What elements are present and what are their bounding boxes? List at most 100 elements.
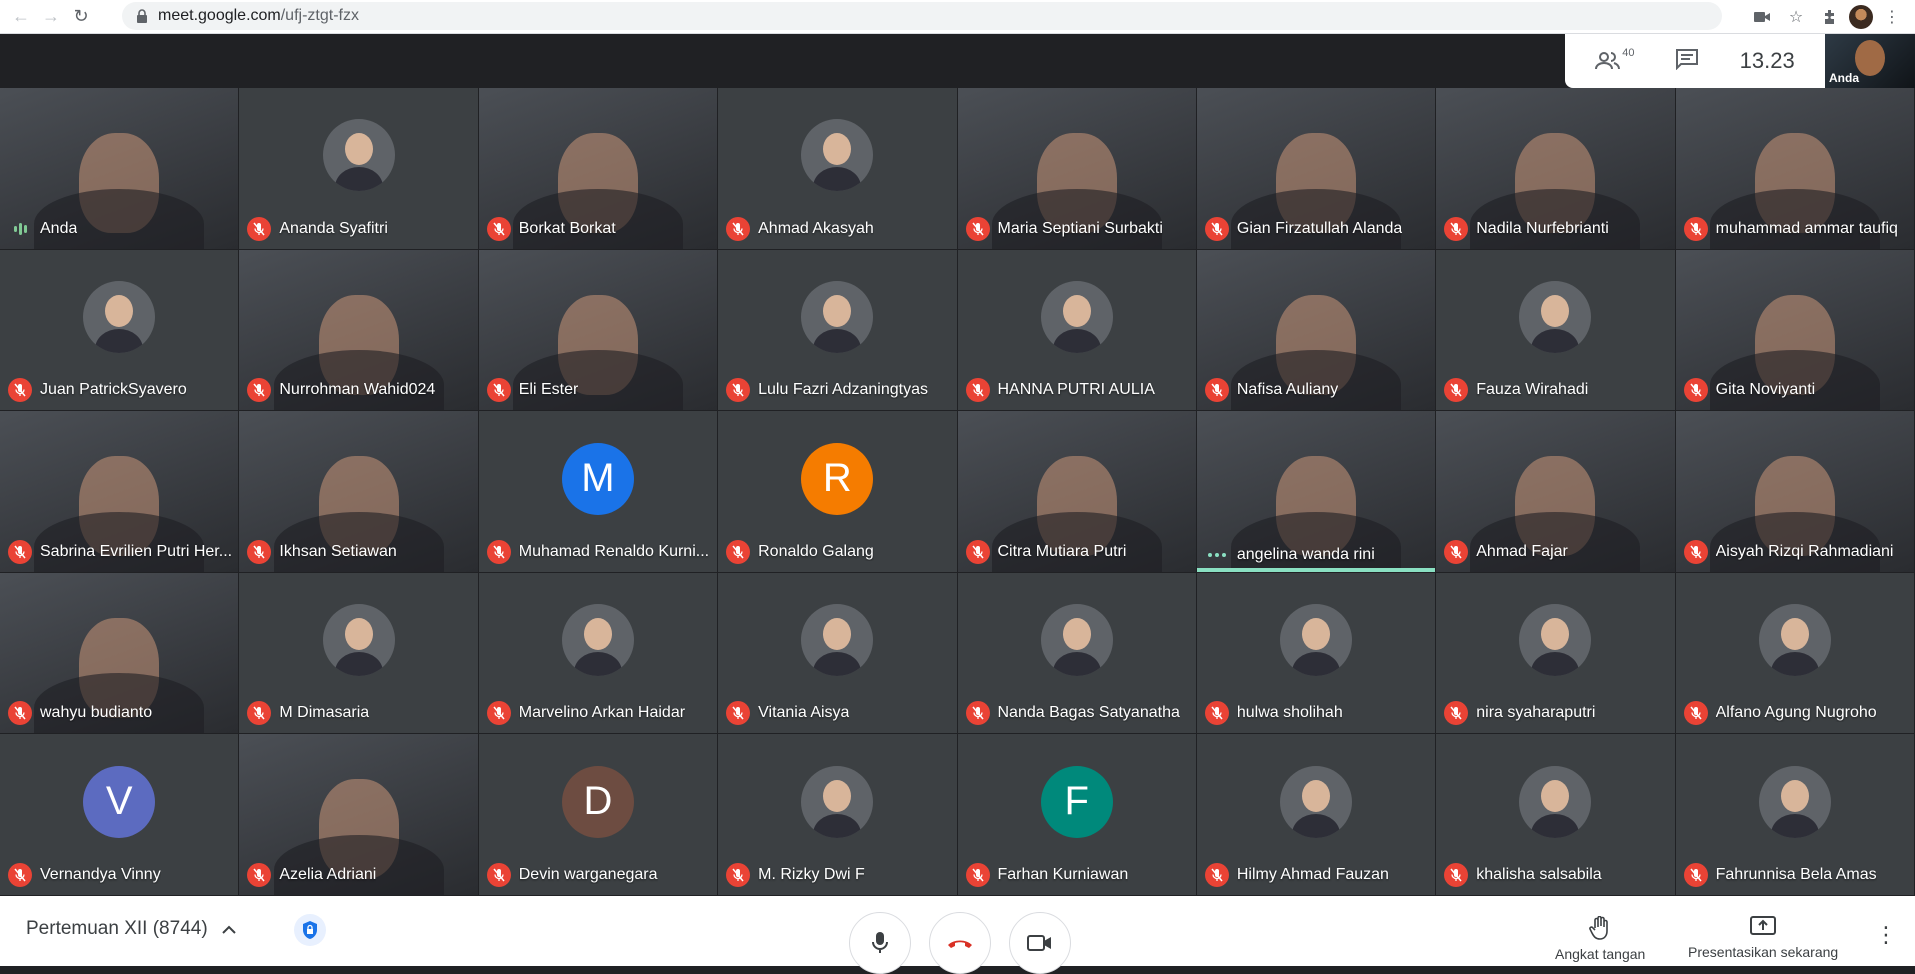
forward-icon[interactable]: → xyxy=(36,2,66,32)
participant-tile[interactable]: Juan PatrickSyavero xyxy=(0,249,240,412)
participant-tile[interactable]: Citra Mutiara Putri xyxy=(957,411,1197,573)
participant-tile[interactable]: Fauza Wirahadi xyxy=(1436,249,1676,412)
present-now-button[interactable]: Presentasikan sekarang xyxy=(1688,916,1838,960)
participant-name: Ronaldo Galang xyxy=(758,542,874,560)
microphone-off-icon xyxy=(247,378,272,403)
participant-avatar xyxy=(801,765,874,838)
participant-tile[interactable]: Ahmad Akasyah xyxy=(718,88,958,250)
chat-button[interactable] xyxy=(1675,48,1699,75)
participant-tile[interactable]: Marvelino Arkan Haidar xyxy=(478,572,719,735)
microphone-off-icon xyxy=(486,216,511,241)
profile-avatar[interactable] xyxy=(1849,5,1873,29)
participant-name-row: Ikhsan Setiawan xyxy=(247,539,473,564)
raise-hand-button[interactable]: Angkat tangan xyxy=(1555,916,1645,962)
host-controls-button[interactable] xyxy=(294,914,326,946)
participant-tile[interactable]: HANNA PUTRI AULIA xyxy=(957,249,1197,412)
participant-tile[interactable]: Nadila Nurfebrianti xyxy=(1436,88,1676,250)
participant-avatar: F xyxy=(1040,765,1113,838)
participant-tile[interactable]: Fahrunnisa Bela Amas xyxy=(1675,734,1915,896)
more-options-icon[interactable]: ⋮ xyxy=(1875,924,1897,946)
participant-tile[interactable]: Hilmy Ahmad Fauzan xyxy=(1196,734,1437,896)
participant-name: angelina wanda rini xyxy=(1236,545,1375,563)
participant-name-row: Muhamad Renaldo Kurni... xyxy=(486,539,713,564)
participant-tile[interactable]: M Dimasaria xyxy=(239,572,479,735)
participant-name: Marvelino Arkan Haidar xyxy=(518,704,686,722)
participant-avatar xyxy=(801,119,874,192)
microphone-off-icon xyxy=(965,378,990,403)
participant-tile[interactable]: F Farhan Kurniawan xyxy=(957,734,1197,896)
participant-tile[interactable]: Sabrina Evrilien Putri Her... xyxy=(0,411,240,573)
participant-tile[interactable]: Aisyah Rizqi Rahmadiani xyxy=(1675,411,1915,573)
participant-name-row: Hilmy Ahmad Fauzan xyxy=(1204,862,1431,887)
self-view-video xyxy=(1855,40,1885,76)
people-icon xyxy=(1595,52,1621,70)
reload-icon[interactable]: ↻ xyxy=(66,2,96,32)
participant-tile[interactable]: Azelia Adriani xyxy=(239,734,479,896)
bookmark-star-icon[interactable]: ☆ xyxy=(1781,2,1811,32)
participant-tile[interactable]: Nurrohman Wahid024 xyxy=(239,249,479,412)
participant-tile[interactable]: Alfano Agung Nugroho xyxy=(1675,572,1915,735)
participant-name: Nadila Nurfebrianti xyxy=(1476,219,1609,237)
participant-tile[interactable]: V Vernandya Vinny xyxy=(0,734,240,896)
participant-tile[interactable]: Ananda Syafitri xyxy=(239,88,479,250)
participant-name: Anda xyxy=(40,219,78,237)
participant-name-row: Maria Septiani Surbakti xyxy=(965,216,1192,241)
participant-tile[interactable]: Maria Septiani Surbakti xyxy=(957,88,1197,250)
participant-tile[interactable]: D Devin warganegara xyxy=(478,734,719,896)
participant-avatar xyxy=(561,604,634,677)
participant-name-row: khalisha salsabila xyxy=(1444,862,1670,887)
participant-name: wahyu budianto xyxy=(40,704,153,722)
participant-name-row: Aisyah Rizqi Rahmadiani xyxy=(1683,539,1910,564)
participant-name: Vernandya Vinny xyxy=(40,865,161,883)
extensions-icon[interactable] xyxy=(1815,2,1845,32)
camera-button[interactable] xyxy=(1009,912,1071,974)
participant-tile[interactable]: hulwa sholihah xyxy=(1196,572,1437,735)
microphone-button[interactable] xyxy=(849,912,911,974)
participant-name-row: wahyu budianto xyxy=(8,701,234,726)
participant-tile[interactable]: Eli Ester xyxy=(478,249,719,412)
participant-name-row: Vernandya Vinny xyxy=(8,862,234,887)
participant-tile[interactable]: Nanda Bagas Satyanatha xyxy=(957,572,1197,735)
leave-call-button[interactable] xyxy=(929,912,991,974)
participant-tile[interactable]: Vitania Aisya xyxy=(718,572,958,735)
participant-tile[interactable]: Lulu Fazri Adzaningtyas xyxy=(718,249,958,412)
participant-tile[interactable]: Gian Firzatullah Alanda xyxy=(1196,88,1437,250)
participant-name: Fauza Wirahadi xyxy=(1476,381,1589,399)
microphone-off-icon xyxy=(1444,701,1469,726)
microphone-off-icon xyxy=(8,701,32,726)
microphone-off-icon xyxy=(1683,701,1708,726)
participant-name: Citra Mutiara Putri xyxy=(997,542,1127,560)
participant-name: Eli Ester xyxy=(518,381,579,399)
participant-name-row: Gian Firzatullah Alanda xyxy=(1204,216,1431,241)
participant-name-row: Nafisa Auliany xyxy=(1204,378,1431,403)
participant-name: Nurrohman Wahid024 xyxy=(279,381,436,399)
participant-tile[interactable]: muhammad ammar taufiq xyxy=(1675,88,1915,250)
self-view-thumbnail[interactable]: Anda xyxy=(1825,34,1915,88)
participant-tile[interactable]: Ahmad Fajar xyxy=(1436,411,1676,573)
shield-lock-icon xyxy=(303,921,317,939)
participant-tile[interactable]: nira syaharaputri xyxy=(1436,572,1676,735)
participant-tile[interactable]: Borkat Borkat xyxy=(478,88,719,250)
meeting-info-panel: 40 13.23 xyxy=(1565,34,1825,88)
people-button[interactable]: 40 xyxy=(1595,47,1635,71)
browser-menu-icon[interactable]: ⋮ xyxy=(1877,2,1907,32)
present-now-label: Presentasikan sekarang xyxy=(1688,944,1839,960)
camera-indicator-icon[interactable] xyxy=(1747,2,1777,32)
participant-tile[interactable]: Anda xyxy=(0,88,240,250)
address-bar[interactable]: meet.google.com/ufj-ztgt-fzx xyxy=(122,2,1722,30)
back-icon[interactable]: ← xyxy=(6,2,36,32)
participant-tile[interactable]: angelina wanda rini xyxy=(1196,411,1437,573)
video-camera-icon xyxy=(1027,935,1051,951)
meeting-details-button[interactable]: Pertemuan XII (8744) xyxy=(26,918,236,940)
participant-tile[interactable]: M. Rizky Dwi F xyxy=(718,734,958,896)
participant-avatar xyxy=(1758,765,1831,838)
participant-tile[interactable]: R Ronaldo Galang xyxy=(718,411,958,573)
participant-avatar: V xyxy=(83,765,156,838)
participant-tile[interactable]: Ikhsan Setiawan xyxy=(239,411,479,573)
participant-tile[interactable]: wahyu budianto xyxy=(0,572,240,735)
participant-tile[interactable]: Nafisa Auliany xyxy=(1196,249,1437,412)
participant-tile[interactable]: M Muhamad Renaldo Kurni... xyxy=(478,411,719,573)
participant-tile[interactable]: khalisha salsabila xyxy=(1436,734,1676,896)
participant-name: Farhan Kurniawan xyxy=(997,865,1129,883)
participant-tile[interactable]: Gita Noviyanti xyxy=(1675,249,1915,412)
